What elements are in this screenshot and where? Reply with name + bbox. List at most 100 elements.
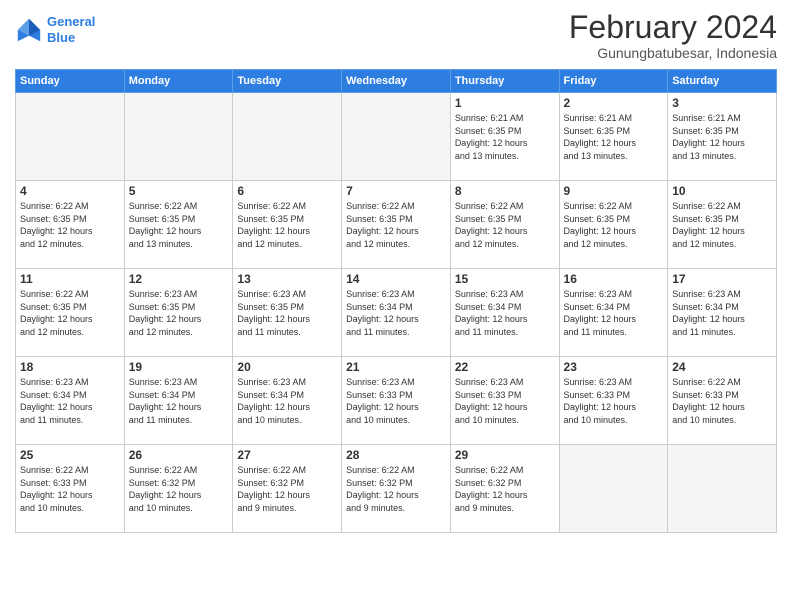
calendar-cell: 6 Sunrise: 6:22 AM Sunset: 6:35 PM Daylig… bbox=[233, 181, 342, 269]
calendar-cell: 19 Sunrise: 6:23 AM Sunset: 6:34 PM Dayli… bbox=[124, 357, 233, 445]
calendar-cell: 12 Sunrise: 6:23 AM Sunset: 6:35 PM Dayli… bbox=[124, 269, 233, 357]
logo-icon bbox=[15, 16, 43, 44]
day-number: 17 bbox=[672, 272, 772, 286]
day-info: Sunrise: 6:23 AM Sunset: 6:34 PM Dayligh… bbox=[455, 288, 555, 338]
day-number: 22 bbox=[455, 360, 555, 374]
month-title: February 2024 bbox=[569, 10, 777, 45]
calendar-cell: 8Sunrise: 6:22 AM Sunset: 6:35 PM Daylig… bbox=[450, 181, 559, 269]
day-info: Sunrise: 6:22 AM Sunset: 6:35 PM Dayligh… bbox=[346, 200, 446, 250]
calendar-cell: 13Sunrise: 6:23 AM Sunset: 6:35 PM Dayli… bbox=[233, 269, 342, 357]
calendar-cell: 1 Sunrise: 6:21 AM Sunset: 6:35 PM Daylig… bbox=[450, 93, 559, 181]
day-info: Sunrise: 6:22 AM Sunset: 6:35 PM Dayligh… bbox=[672, 200, 772, 250]
header: General Blue February 2024 Gunungbatubes… bbox=[15, 10, 777, 61]
day-info: Sunrise: 6:23 AM Sunset: 6:33 PM Dayligh… bbox=[564, 376, 664, 426]
day-number: 7 bbox=[346, 184, 446, 198]
day-number: 19 bbox=[129, 360, 229, 374]
day-info: Sunrise: 6:23 AM Sunset: 6:34 PM Dayligh… bbox=[346, 288, 446, 338]
day-info: Sunrise: 6:22 AM Sunset: 6:33 PM Dayligh… bbox=[20, 464, 120, 514]
calendar-cell: 5 Sunrise: 6:22 AM Sunset: 6:35 PM Daylig… bbox=[124, 181, 233, 269]
day-number: 5 bbox=[129, 184, 229, 198]
day-number: 10 bbox=[672, 184, 772, 198]
calendar-cell: 28Sunrise: 6:22 AM Sunset: 6:32 PM Dayli… bbox=[342, 445, 451, 533]
day-number: 14 bbox=[346, 272, 446, 286]
calendar-cell: 14 Sunrise: 6:23 AM Sunset: 6:34 PM Dayli… bbox=[342, 269, 451, 357]
calendar-cell bbox=[342, 93, 451, 181]
logo: General Blue bbox=[15, 14, 95, 45]
day-info: Sunrise: 6:21 AM Sunset: 6:35 PM Dayligh… bbox=[564, 112, 664, 162]
calendar-cell: 26Sunrise: 6:22 AM Sunset: 6:32 PM Dayli… bbox=[124, 445, 233, 533]
day-info: Sunrise: 6:22 AM Sunset: 6:32 PM Dayligh… bbox=[237, 464, 337, 514]
day-number: 24 bbox=[672, 360, 772, 374]
calendar-cell: 20Sunrise: 6:23 AM Sunset: 6:34 PM Dayli… bbox=[233, 357, 342, 445]
calendar-cell bbox=[233, 93, 342, 181]
day-info: Sunrise: 6:22 AM Sunset: 6:35 PM Dayligh… bbox=[129, 200, 229, 250]
day-number: 2 bbox=[564, 96, 664, 110]
day-number: 16 bbox=[564, 272, 664, 286]
day-number: 8 bbox=[455, 184, 555, 198]
title-block: February 2024 Gunungbatubesar, Indonesia bbox=[569, 10, 777, 61]
day-info: Sunrise: 6:22 AM Sunset: 6:33 PM Dayligh… bbox=[672, 376, 772, 426]
calendar-cell: 18 Sunrise: 6:23 AM Sunset: 6:34 PM Dayli… bbox=[16, 357, 125, 445]
day-info: Sunrise: 6:23 AM Sunset: 6:34 PM Dayligh… bbox=[672, 288, 772, 338]
calendar-cell: 15 Sunrise: 6:23 AM Sunset: 6:34 PM Dayli… bbox=[450, 269, 559, 357]
day-info: Sunrise: 6:21 AM Sunset: 6:35 PM Dayligh… bbox=[455, 112, 555, 162]
day-number: 23 bbox=[564, 360, 664, 374]
day-number: 11 bbox=[20, 272, 120, 286]
day-info: Sunrise: 6:22 AM Sunset: 6:32 PM Dayligh… bbox=[455, 464, 555, 514]
day-info: Sunrise: 6:23 AM Sunset: 6:34 PM Dayligh… bbox=[564, 288, 664, 338]
day-info: Sunrise: 6:23 AM Sunset: 6:34 PM Dayligh… bbox=[20, 376, 120, 426]
calendar-cell: 3 Sunrise: 6:21 AM Sunset: 6:35 PM Daylig… bbox=[668, 93, 777, 181]
day-info: Sunrise: 6:23 AM Sunset: 6:33 PM Dayligh… bbox=[346, 376, 446, 426]
page: General Blue February 2024 Gunungbatubes… bbox=[0, 0, 792, 612]
day-info: Sunrise: 6:22 AM Sunset: 6:35 PM Dayligh… bbox=[20, 200, 120, 250]
day-number: 28 bbox=[346, 448, 446, 462]
day-number: 21 bbox=[346, 360, 446, 374]
calendar-week-row: 25 Sunrise: 6:22 AM Sunset: 6:33 PM Dayli… bbox=[16, 445, 777, 533]
day-info: Sunrise: 6:23 AM Sunset: 6:35 PM Dayligh… bbox=[129, 288, 229, 338]
calendar: SundayMondayTuesdayWednesdayThursdayFrid… bbox=[15, 69, 777, 533]
day-info: Sunrise: 6:23 AM Sunset: 6:34 PM Dayligh… bbox=[129, 376, 229, 426]
calendar-cell: 2 Sunrise: 6:21 AM Sunset: 6:35 PM Daylig… bbox=[559, 93, 668, 181]
day-number: 3 bbox=[672, 96, 772, 110]
calendar-cell: 23 Sunrise: 6:23 AM Sunset: 6:33 PM Dayli… bbox=[559, 357, 668, 445]
calendar-week-row: 1 Sunrise: 6:21 AM Sunset: 6:35 PM Daylig… bbox=[16, 93, 777, 181]
day-info: Sunrise: 6:22 AM Sunset: 6:35 PM Dayligh… bbox=[20, 288, 120, 338]
day-number: 15 bbox=[455, 272, 555, 286]
day-info: Sunrise: 6:21 AM Sunset: 6:35 PM Dayligh… bbox=[672, 112, 772, 162]
day-number: 26 bbox=[129, 448, 229, 462]
day-number: 1 bbox=[455, 96, 555, 110]
calendar-cell: 25 Sunrise: 6:22 AM Sunset: 6:33 PM Dayli… bbox=[16, 445, 125, 533]
calendar-week-row: 4 Sunrise: 6:22 AM Sunset: 6:35 PM Daylig… bbox=[16, 181, 777, 269]
weekday-header: Tuesday bbox=[233, 70, 342, 93]
calendar-cell bbox=[124, 93, 233, 181]
day-number: 9 bbox=[564, 184, 664, 198]
day-info: Sunrise: 6:23 AM Sunset: 6:33 PM Dayligh… bbox=[455, 376, 555, 426]
calendar-cell bbox=[559, 445, 668, 533]
calendar-cell: 21 Sunrise: 6:23 AM Sunset: 6:33 PM Dayli… bbox=[342, 357, 451, 445]
day-number: 6 bbox=[237, 184, 337, 198]
calendar-cell bbox=[668, 445, 777, 533]
calendar-cell: 17 Sunrise: 6:23 AM Sunset: 6:34 PM Dayli… bbox=[668, 269, 777, 357]
day-number: 18 bbox=[20, 360, 120, 374]
calendar-week-row: 18 Sunrise: 6:23 AM Sunset: 6:34 PM Dayli… bbox=[16, 357, 777, 445]
calendar-cell: 22 Sunrise: 6:23 AM Sunset: 6:33 PM Dayli… bbox=[450, 357, 559, 445]
calendar-cell: 11 Sunrise: 6:22 AM Sunset: 6:35 PM Dayli… bbox=[16, 269, 125, 357]
day-number: 12 bbox=[129, 272, 229, 286]
weekday-header: Monday bbox=[124, 70, 233, 93]
logo-text: General Blue bbox=[47, 14, 95, 45]
weekday-header: Saturday bbox=[668, 70, 777, 93]
day-number: 25 bbox=[20, 448, 120, 462]
calendar-cell: 4 Sunrise: 6:22 AM Sunset: 6:35 PM Daylig… bbox=[16, 181, 125, 269]
calendar-cell: 16 Sunrise: 6:23 AM Sunset: 6:34 PM Dayli… bbox=[559, 269, 668, 357]
day-number: 29 bbox=[455, 448, 555, 462]
calendar-cell: 7 Sunrise: 6:22 AM Sunset: 6:35 PM Daylig… bbox=[342, 181, 451, 269]
day-info: Sunrise: 6:22 AM Sunset: 6:35 PM Dayligh… bbox=[237, 200, 337, 250]
day-info: Sunrise: 6:23 AM Sunset: 6:34 PM Dayligh… bbox=[237, 376, 337, 426]
calendar-week-row: 11 Sunrise: 6:22 AM Sunset: 6:35 PM Dayli… bbox=[16, 269, 777, 357]
calendar-cell: 24 Sunrise: 6:22 AM Sunset: 6:33 PM Dayli… bbox=[668, 357, 777, 445]
calendar-cell bbox=[16, 93, 125, 181]
weekday-header: Friday bbox=[559, 70, 668, 93]
day-number: 4 bbox=[20, 184, 120, 198]
day-number: 13 bbox=[237, 272, 337, 286]
location-subtitle: Gunungbatubesar, Indonesia bbox=[569, 45, 777, 61]
